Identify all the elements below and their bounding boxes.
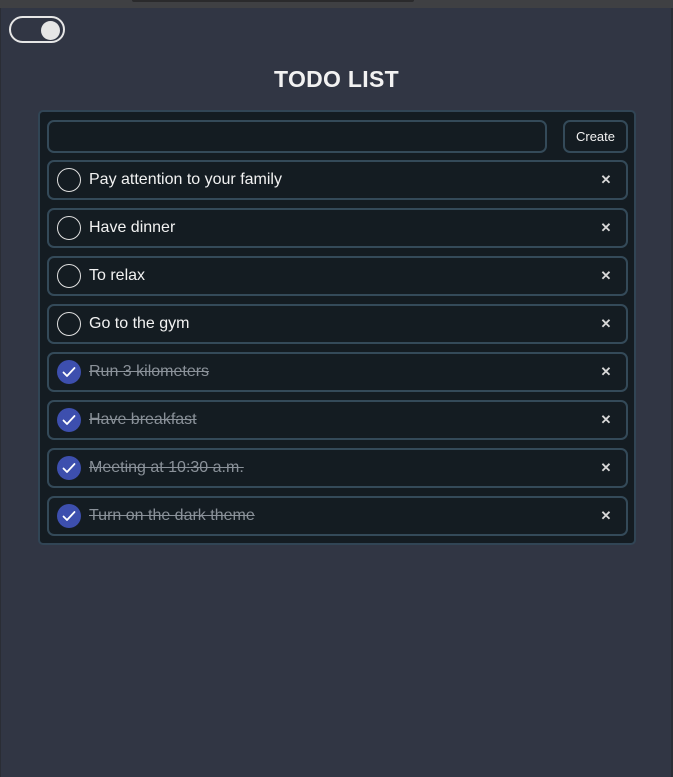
tab-hint: [132, 0, 414, 2]
todo-list: Pay attention to your family ✕ Have dinn…: [47, 160, 628, 544]
todo-item-3: Go to the gym ✕: [47, 304, 628, 344]
todo-text: Turn on the dark theme: [89, 507, 255, 524]
todo-checkbox[interactable]: [57, 216, 81, 240]
delete-button[interactable]: ✕: [598, 267, 614, 285]
todo-item-7: Turn on the dark theme ✕: [47, 496, 628, 536]
todo-text: Have dinner: [89, 219, 176, 236]
todo-text: Run 3 kilometers: [89, 363, 210, 380]
delete-button[interactable]: ✕: [598, 507, 614, 525]
close-icon: ✕: [600, 268, 612, 283]
checkmark-icon: [62, 463, 76, 473]
checkmark-icon: [62, 367, 76, 377]
close-icon: ✕: [600, 412, 612, 427]
browser-top-strip: [0, 0, 673, 8]
new-todo-input[interactable]: [47, 120, 547, 153]
create-button[interactable]: Create: [563, 120, 628, 153]
checkmark-icon: [62, 415, 76, 425]
delete-button[interactable]: ✕: [598, 171, 614, 189]
todo-panel: Create Pay attention to your family ✕ Ha…: [38, 110, 636, 545]
todo-checkbox[interactable]: [57, 168, 81, 192]
todo-item-5: Have breakfast ✕: [47, 400, 628, 440]
todo-checkbox[interactable]: [57, 360, 81, 384]
todo-text: Go to the gym: [89, 315, 190, 332]
todo-item-4: Run 3 kilometers ✕: [47, 352, 628, 392]
todo-checkbox[interactable]: [57, 504, 81, 528]
todo-text: Pay attention to your family: [89, 171, 282, 188]
page-title: TODO LIST: [274, 66, 399, 92]
window-left-edge: [0, 8, 1, 777]
delete-button[interactable]: ✕: [598, 315, 614, 333]
todo-text: To relax: [89, 267, 146, 284]
delete-button[interactable]: ✕: [598, 363, 614, 381]
close-icon: ✕: [600, 460, 612, 475]
delete-button[interactable]: ✕: [598, 411, 614, 429]
todo-item-1: Have dinner ✕: [47, 208, 628, 248]
close-icon: ✕: [600, 172, 612, 187]
close-icon: ✕: [600, 316, 612, 331]
delete-button[interactable]: ✕: [598, 459, 614, 477]
todo-text: Meeting at 10:30 a.m.: [89, 459, 244, 476]
delete-button[interactable]: ✕: [598, 219, 614, 237]
todo-item-6: Meeting at 10:30 a.m. ✕: [47, 448, 628, 488]
todo-text: Have breakfast: [89, 411, 197, 428]
todo-checkbox[interactable]: [57, 264, 81, 288]
todo-item-0: Pay attention to your family ✕: [47, 160, 628, 200]
close-icon: ✕: [600, 508, 612, 523]
close-icon: ✕: [600, 220, 612, 235]
todo-item-2: To relax ✕: [47, 256, 628, 296]
theme-toggle[interactable]: [9, 16, 65, 43]
todo-checkbox[interactable]: [57, 456, 81, 480]
todo-checkbox[interactable]: [57, 312, 81, 336]
toggle-knob: [41, 21, 60, 40]
close-icon: ✕: [600, 364, 612, 379]
todo-checkbox[interactable]: [57, 408, 81, 432]
checkmark-icon: [62, 511, 76, 521]
